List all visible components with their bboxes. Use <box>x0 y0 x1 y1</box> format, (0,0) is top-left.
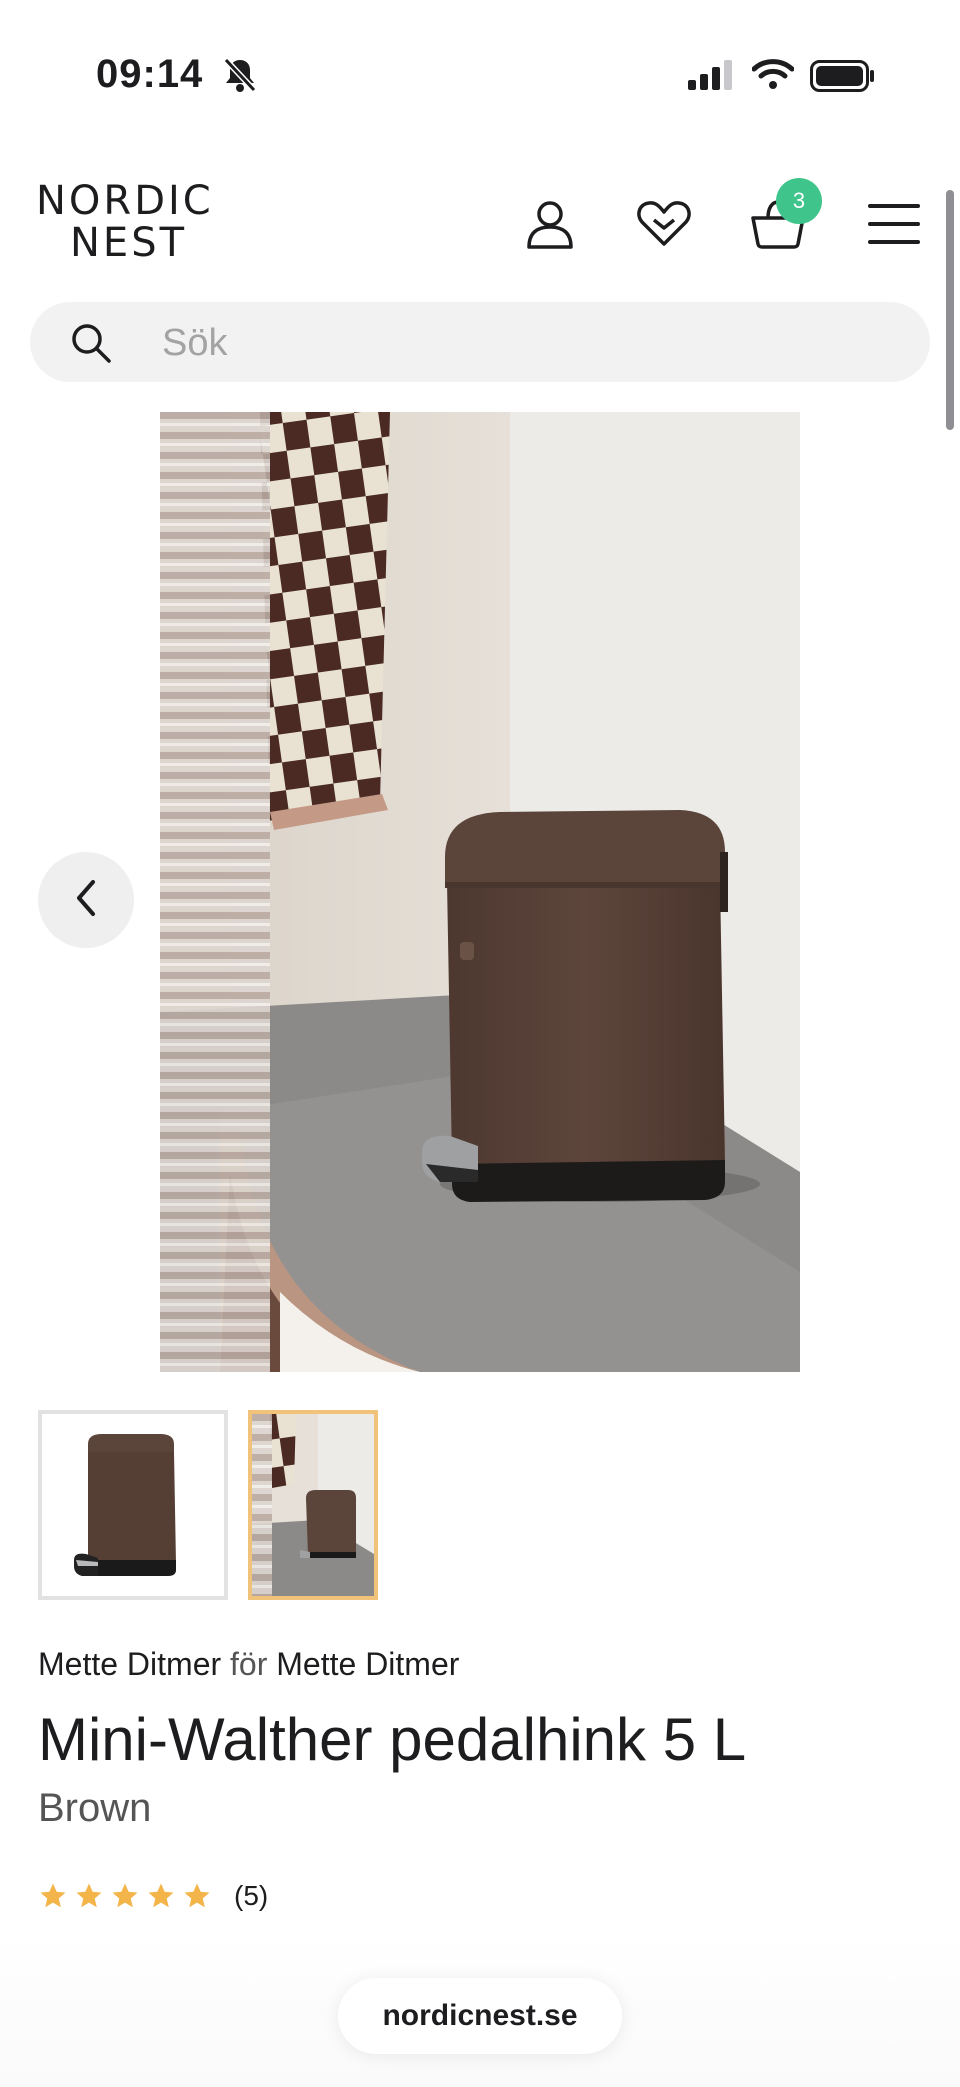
star-icon <box>184 1883 210 1908</box>
product-brand-line[interactable]: Mette Ditmer för Mette Ditmer <box>38 1646 459 1683</box>
account-icon[interactable] <box>522 196 578 252</box>
star-icon <box>112 1883 138 1908</box>
product-thumbnail-2[interactable] <box>248 1410 378 1600</box>
product-thumbnail-1[interactable] <box>38 1410 228 1600</box>
previous-image-button[interactable] <box>38 852 134 948</box>
logo-line2: NEST <box>70 220 188 266</box>
rating-stars <box>38 1881 212 1911</box>
brand-link[interactable]: Mette Ditmer <box>38 1646 221 1682</box>
search-input[interactable] <box>160 316 864 370</box>
logo-line1: NORDIC <box>36 178 214 224</box>
product-title: Mini-Walther pedalhink 5 L <box>38 1706 747 1773</box>
product-variant: Brown <box>38 1786 152 1830</box>
product-rating[interactable]: (5) <box>38 1880 268 1912</box>
battery-icon <box>810 60 876 97</box>
status-time: 09:14 <box>96 52 204 96</box>
wifi-icon <box>751 58 795 95</box>
menu-hamburger-icon[interactable] <box>866 196 922 252</box>
brand-logo[interactable]: NORDIC NEST <box>36 180 226 264</box>
search-bar[interactable] <box>30 302 930 382</box>
wishlist-heart-icon[interactable] <box>636 196 692 252</box>
search-icon <box>70 322 112 369</box>
status-bar: 09:14 <box>0 0 960 120</box>
review-count[interactable]: (5) <box>234 1880 268 1912</box>
star-icon <box>148 1883 174 1908</box>
star-icon <box>76 1883 102 1908</box>
brand-for-word: för <box>230 1646 268 1682</box>
cellular-signal-icon <box>688 60 736 95</box>
product-main-image[interactable] <box>160 412 800 1372</box>
designer-link[interactable]: Mette Ditmer <box>276 1646 459 1682</box>
chevron-left-icon <box>71 876 101 925</box>
cart-count-badge: 3 <box>776 178 822 224</box>
star-icon <box>40 1883 66 1908</box>
page-scrollbar[interactable] <box>946 190 954 430</box>
bell-muted-icon <box>222 56 258 99</box>
browser-url-pill[interactable]: nordicnest.se <box>338 1978 622 2054</box>
